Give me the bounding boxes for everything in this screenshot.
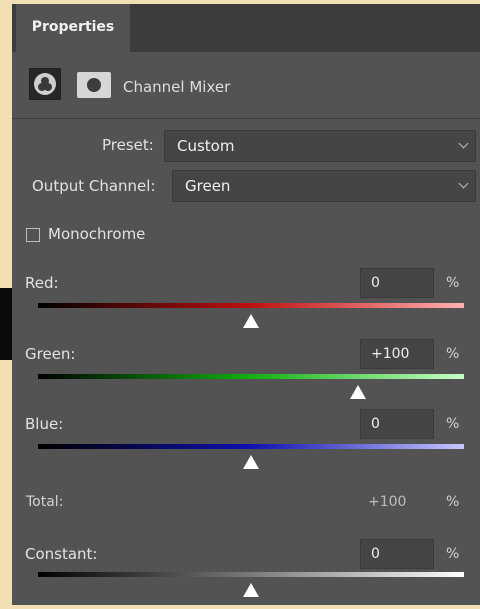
layer-mask-icon[interactable] xyxy=(77,72,111,98)
red-slider-track[interactable] xyxy=(38,303,464,308)
blue-label: Blue: xyxy=(25,415,64,433)
green-slider-track[interactable] xyxy=(38,374,464,379)
blue-value-input[interactable]: 0 xyxy=(360,409,434,439)
constant-value-input[interactable]: 0 xyxy=(360,539,434,569)
monochrome-checkbox[interactable] xyxy=(26,228,40,242)
output-channel-label: Output Channel: xyxy=(32,177,156,195)
preset-value: Custom xyxy=(177,137,235,155)
green-label: Green: xyxy=(25,345,76,363)
chevron-down-icon xyxy=(458,138,469,149)
total-percent-label: % xyxy=(446,494,460,510)
constant-slider-track[interactable] xyxy=(38,572,464,577)
constant-label: Constant: xyxy=(25,545,98,563)
red-slider-thumb[interactable] xyxy=(243,314,259,328)
constant-slider-thumb[interactable] xyxy=(243,583,259,597)
blue-slider-track[interactable] xyxy=(38,444,464,449)
green-percent-label: % xyxy=(446,346,460,362)
adjustment-title: Channel Mixer xyxy=(123,78,231,96)
preset-select[interactable]: Custom xyxy=(164,130,476,162)
output-channel-select[interactable]: Green xyxy=(172,170,476,202)
total-label: Total: xyxy=(26,494,64,510)
blue-slider-thumb[interactable] xyxy=(243,455,259,469)
tab-bar: Properties xyxy=(12,4,480,52)
monochrome-label: Monochrome xyxy=(48,225,146,243)
red-percent-label: % xyxy=(446,275,460,291)
constant-percent-label: % xyxy=(446,546,460,562)
chevron-down-icon xyxy=(458,178,469,189)
tab-properties[interactable]: Properties xyxy=(16,4,130,52)
channel-mixer-icon[interactable] xyxy=(29,68,61,100)
properties-panel: Properties Channel Mixer Preset: Custom … xyxy=(12,4,480,605)
panel-header: Channel Mixer xyxy=(12,52,480,119)
output-channel-value: Green xyxy=(185,177,231,195)
red-value-input[interactable]: 0 xyxy=(360,268,434,298)
preset-label: Preset: xyxy=(102,136,154,154)
green-slider-thumb[interactable] xyxy=(349,385,366,399)
total-value: +100 xyxy=(368,494,407,510)
red-label: Red: xyxy=(25,274,59,292)
blue-percent-label: % xyxy=(446,416,460,432)
green-value-input[interactable]: +100 xyxy=(360,339,434,369)
